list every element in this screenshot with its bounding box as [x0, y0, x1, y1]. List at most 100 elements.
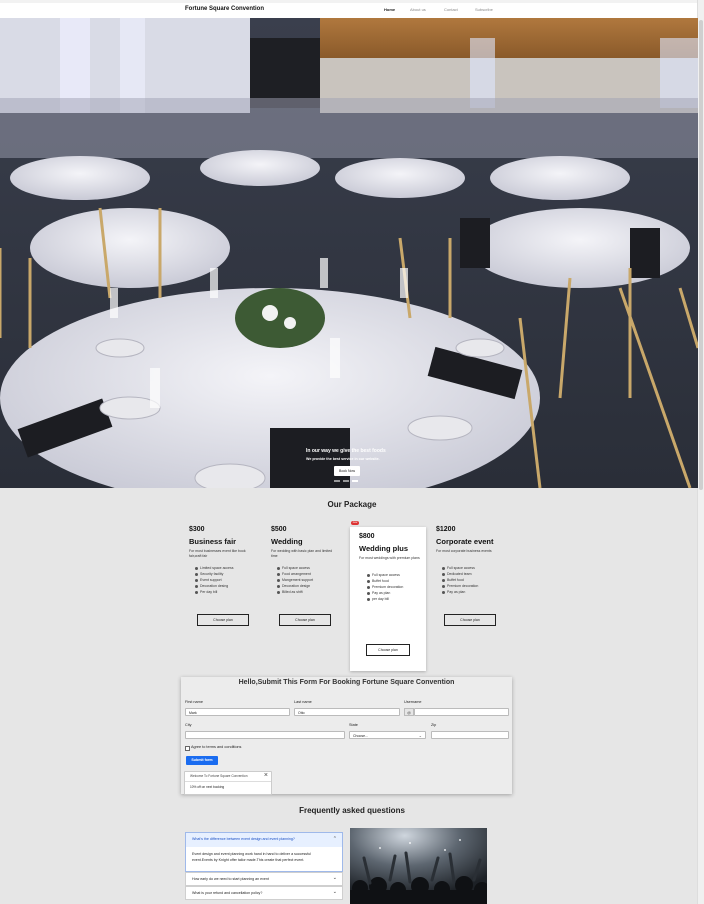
- zip-label: Zip: [431, 723, 437, 727]
- choose-plan-button[interactable]: Choose plan: [444, 614, 496, 626]
- new-badge: new: [351, 521, 359, 525]
- close-icon[interactable]: ×: [264, 772, 268, 780]
- plan-card-wedding-plus: $800 Wedding plus For most weddings with…: [350, 527, 426, 671]
- carousel-indicator-3[interactable]: [352, 480, 358, 482]
- check-icon: [442, 572, 445, 576]
- chevron-down-icon: ⌄: [332, 889, 337, 895]
- choose-plan-button[interactable]: Choose plan: [197, 614, 249, 626]
- booking-form: Hello,Submit This Form For Booking Fortu…: [181, 677, 512, 795]
- plan-description: For wedding with basic plan and limited …: [271, 549, 333, 558]
- concert-crowd-photo: [350, 828, 487, 904]
- page-scrollbar[interactable]: [697, 0, 704, 904]
- check-icon: [367, 579, 370, 583]
- hero-caption-title: In our way we give the best foods: [306, 448, 386, 454]
- chevron-down-icon: ⌄: [418, 733, 422, 738]
- state-select-value: Choose...: [353, 734, 368, 738]
- plan-name: Wedding plus: [359, 544, 409, 553]
- check-icon: [367, 597, 370, 601]
- state-select[interactable]: Choose... ⌄: [349, 731, 426, 739]
- faq-item[interactable]: What is your refund and cancellation pol…: [185, 886, 343, 900]
- plan-features: Full space access Food arrangement Mange…: [277, 565, 313, 595]
- check-icon: [442, 590, 445, 594]
- check-icon: [367, 591, 370, 595]
- agree-checkbox[interactable]: [185, 746, 190, 751]
- faq-question[interactable]: How early do we need to start planning a…: [192, 877, 269, 881]
- check-icon: [277, 572, 280, 576]
- city-input[interactable]: [185, 731, 345, 739]
- faq-item[interactable]: What's the difference between event desi…: [185, 832, 343, 872]
- check-icon: [195, 590, 198, 594]
- plan-feature: per day bill: [367, 596, 403, 602]
- faq-answer: Event design and event planning work han…: [192, 852, 311, 862]
- book-now-button[interactable]: Book Now: [334, 466, 360, 476]
- hero-caption-text: We provide the best service in our websi…: [306, 457, 380, 461]
- choose-plan-button[interactable]: Choose plan: [279, 614, 331, 626]
- toast-header: Welcome To Fortune Square Convention ×: [185, 772, 271, 782]
- toast-title: Welcome To Fortune Square Convention: [190, 774, 248, 778]
- carousel-indicators: [334, 480, 362, 482]
- nav-link-home[interactable]: Home: [384, 7, 395, 12]
- check-icon: [195, 584, 198, 588]
- city-label: City: [185, 723, 192, 727]
- username-input[interactable]: [414, 708, 509, 716]
- plan-card-wedding: $500 Wedding For wedding with basic plan…: [267, 520, 345, 638]
- plan-features: Limited space access Security facility E…: [195, 565, 233, 595]
- state-label: State: [349, 723, 358, 727]
- plan-name: Business fair: [189, 537, 237, 546]
- plan-card-corporate-event: $1200 Corporate event For most corporate…: [432, 520, 510, 638]
- welcome-toast: Welcome To Fortune Square Convention × 1…: [184, 771, 272, 795]
- plan-price: $300: [189, 526, 205, 533]
- nav-link-subscribe[interactable]: Subscribe: [475, 7, 493, 12]
- check-icon: [277, 578, 280, 582]
- check-icon: [367, 585, 370, 589]
- agree-label: Agree to terms and conditions: [191, 745, 242, 749]
- plan-description: For most weddings with premium plans: [359, 556, 420, 560]
- chevron-up-icon: ⌃: [332, 836, 337, 842]
- plan-name: Corporate event: [436, 537, 494, 546]
- plan-price: $500: [271, 526, 287, 533]
- check-icon: [277, 584, 280, 588]
- scrollbar-thumb[interactable]: [699, 20, 703, 490]
- plan-feature: Per day bill: [195, 589, 233, 595]
- faq-title: Frequently asked questions: [299, 806, 405, 815]
- chevron-down-icon: ⌄: [332, 875, 337, 881]
- check-icon: [442, 578, 445, 582]
- username-label: Username: [404, 700, 422, 704]
- navbar: Fortune Square Convention Home About us …: [0, 3, 698, 19]
- nav-link-about[interactable]: About us: [410, 7, 426, 12]
- plan-price: $800: [359, 533, 375, 540]
- plan-price: $1200: [436, 526, 456, 533]
- check-icon: [277, 590, 280, 594]
- carousel-indicator-1[interactable]: [334, 480, 340, 482]
- check-icon: [442, 566, 445, 570]
- zip-input[interactable]: [431, 731, 509, 739]
- plan-description: For most corporate business events: [436, 549, 492, 553]
- hero-carousel: In our way we give the best foods We pro…: [0, 18, 698, 488]
- packages-title: Our Package: [327, 500, 377, 509]
- plan-features: Full space access Dedicated team Buffet …: [442, 565, 478, 595]
- carousel-indicator-2[interactable]: [343, 480, 349, 482]
- submit-form-button[interactable]: Submit form: [186, 756, 218, 765]
- check-icon: [277, 566, 280, 570]
- check-icon: [195, 578, 198, 582]
- banquet-hall-photo: [0, 18, 698, 488]
- plan-card-business-fair: $300 Business fair For most businesses e…: [185, 520, 263, 638]
- first-name-label: First name: [185, 700, 203, 704]
- toast-body: 10% off on next booking: [190, 785, 225, 789]
- plan-description: For most businesses event like book fair…: [189, 549, 246, 558]
- nav-link-contact[interactable]: Contact: [444, 7, 458, 12]
- plan-features: Full space access Buffet food Premium de…: [367, 572, 403, 602]
- check-icon: [195, 572, 198, 576]
- plan-feature: Pay as plan: [442, 589, 478, 595]
- at-sign-icon: @: [404, 708, 414, 716]
- navbar-brand[interactable]: Fortune Square Convention: [185, 6, 264, 12]
- check-icon: [195, 566, 198, 570]
- first-name-input[interactable]: Mark: [185, 708, 290, 716]
- faq-question[interactable]: What's the difference between event desi…: [192, 837, 295, 841]
- plan-name: Wedding: [271, 537, 303, 546]
- plan-feature: Billed as shift: [277, 589, 313, 595]
- faq-question[interactable]: What is your refund and cancellation pol…: [192, 891, 262, 895]
- last-name-input[interactable]: Otto: [294, 708, 400, 716]
- faq-item[interactable]: How early do we need to start planning a…: [185, 872, 343, 886]
- choose-plan-button[interactable]: Choose plan: [366, 644, 410, 656]
